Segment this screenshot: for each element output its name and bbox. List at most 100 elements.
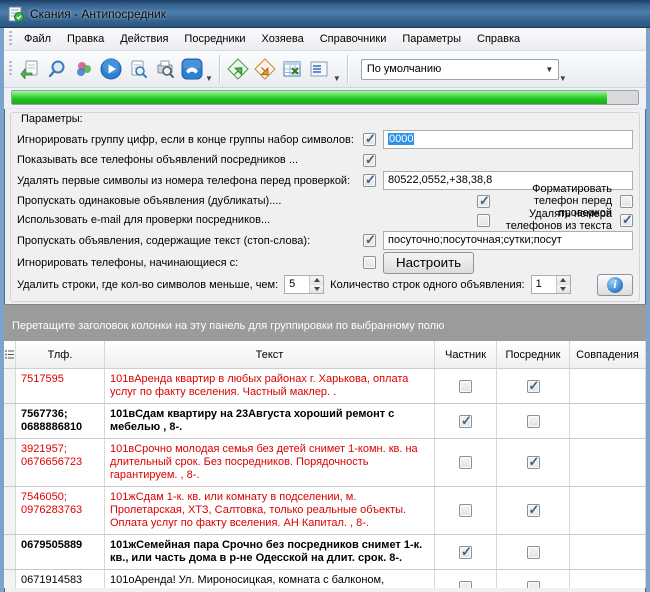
load-document-button[interactable] [16,55,43,83]
ad-lines-spinner[interactable]: 1 [531,275,571,294]
header-phone[interactable]: Тлф. [16,341,105,368]
window-title: Скания - Антипосредник [30,7,166,21]
app-window: Скания - Антипосредник Файл Правка Дейст… [0,0,650,592]
row-indicator [4,570,16,588]
menubar-grip[interactable] [9,31,12,47]
param-label: Пропускать одинаковые объявления (дублик… [17,195,477,207]
title-bar[interactable]: Скания - Антипосредник [0,0,650,28]
posrednik-checkbox[interactable] [527,546,540,559]
toolbar-separator [219,55,221,83]
menu-item-edit[interactable]: Правка [59,30,112,48]
chastnik-checkbox[interactable] [459,380,472,393]
export-orange-icon [254,58,276,80]
toolbar: ▼ [4,51,646,88]
stopwords-input[interactable]: посуточно;посуточная;сутки;посут [383,231,633,250]
header-sovpadeniya[interactable]: Совпадения [570,341,646,368]
strip-prefix-checkbox[interactable] [363,174,376,187]
grouping-panel[interactable]: Перетащите заголовок колонки на эту пане… [4,304,646,341]
profile-combobox[interactable]: По умолчанию ▼ [361,59,559,80]
row-indicator [4,439,16,486]
chastnik-checkbox[interactable] [459,456,472,469]
remove-phones-from-text-checkbox[interactable] [620,214,633,227]
menu-item-options[interactable]: Параметры [394,30,469,48]
param-row-show-all-phones: Показывать все телефоны объявлений посре… [17,152,633,168]
profile-combobox-value: По умолчанию [367,63,541,75]
sovpadeniya-cell [570,535,646,569]
stopwords-checkbox[interactable] [363,234,376,247]
min-chars-label: Удалить строки, где кол-во символов мень… [17,279,278,291]
ignore-prefix-phones-checkbox[interactable] [363,256,376,269]
import-green-icon [227,58,249,80]
list-view-button[interactable] [306,55,333,83]
posrednik-checkbox[interactable] [527,380,540,393]
search-button[interactable] [43,55,70,83]
chastnik-checkbox[interactable] [459,546,472,559]
table-row[interactable]: 0671914583 101оАренда! Ул. Мироносицкая,… [4,570,646,588]
app-icon [8,6,24,22]
menu-item-mediators[interactable]: Посредники [176,30,253,48]
skip-duplicates-checkbox[interactable] [477,195,490,208]
param-label: Игнорировать телефоны, начинающиеся с: [17,257,363,269]
param-row-use-email: Использовать e-mail для проверки посредн… [17,212,633,228]
play-icon [100,58,122,80]
ad-text-cell: 101вАренда квартир в любых районах г. Ха… [105,369,435,403]
progress-strip [4,88,646,109]
table-row[interactable]: 7546050; 0976283763 101жСдам 1-к. кв. ил… [4,487,646,535]
spin-up-icon[interactable] [557,276,570,285]
spin-up-icon[interactable] [310,276,323,285]
use-email-checkbox[interactable] [477,214,490,227]
ad-lines-value[interactable]: 1 [532,276,556,293]
header-posrednik[interactable]: Посредник [497,341,570,368]
progress-bar [11,90,639,105]
start-check-button[interactable] [97,55,124,83]
phone-cell: 3921957; 0676656723 [16,439,105,486]
toolbar-grip[interactable] [9,61,12,77]
posrednik-checkbox[interactable] [527,415,540,428]
combobox-arrow-icon[interactable]: ▼ [541,60,558,79]
menu-item-help[interactable]: Справка [469,30,528,48]
param-row-line-limits: Удалить строки, где кол-во символов мень… [17,275,633,294]
excel-table-icon [282,59,302,79]
table-row[interactable]: 0679505889 101жСемейная пара Срочно без … [4,535,646,570]
colors-button[interactable] [70,55,97,83]
posrednik-checkbox[interactable] [527,504,540,517]
info-button[interactable]: i [597,274,633,296]
phone-check-button[interactable] [178,55,205,83]
posrednik-checkbox[interactable] [527,581,540,589]
table-row[interactable]: 7567736; 0688886810 101вСдам квартиру на… [4,404,646,439]
spin-down-icon[interactable] [310,285,323,294]
chastnik-checkbox[interactable] [459,581,472,589]
import-button[interactable] [225,55,252,83]
param-label: Пропускать объявления, содержащие текст … [17,235,363,247]
digit-suffix-input[interactable]: 0000 [383,130,633,149]
excel-export-button[interactable] [279,55,306,83]
header-text[interactable]: Текст [105,341,435,368]
table-row[interactable]: 7517595 101вАренда квартир в любых район… [4,369,646,404]
ad-text-cell: 101жСдам 1-к. кв. или комнату в подселен… [105,487,435,534]
chastnik-checkbox[interactable] [459,504,472,517]
posrednik-checkbox[interactable] [527,456,540,469]
menu-item-owners[interactable]: Хозяева [254,30,312,48]
ignore-digit-group-checkbox[interactable] [363,133,376,146]
spin-down-icon[interactable] [557,285,570,294]
phone-dropdown-caret[interactable]: ▼ [205,74,215,87]
chastnik-checkbox[interactable] [459,415,472,428]
format-phone-checkbox[interactable] [620,195,633,208]
export-button[interactable] [252,55,279,83]
print-preview-button[interactable] [151,55,178,83]
page-search-icon [128,59,148,79]
min-chars-value[interactable]: 5 [285,276,309,293]
toolbar-overflow-caret[interactable]: ▼ [559,74,569,87]
menu-item-directories[interactable]: Справочники [312,30,395,48]
menu-item-file[interactable]: Файл [16,30,59,48]
preview-button[interactable] [124,55,151,83]
sovpadeniya-cell [570,570,646,588]
table-row[interactable]: 3921957; 0676656723 101вСрочно молодая с… [4,439,646,487]
show-all-phones-checkbox[interactable] [363,154,376,167]
header-chastnik[interactable]: Частник [435,341,497,368]
configure-button[interactable]: Настроить [383,252,474,274]
menu-item-actions[interactable]: Действия [112,30,176,48]
view-dropdown-caret[interactable]: ▼ [333,74,343,87]
param-label: Удалять первые символы из номера телефон… [17,175,363,187]
min-chars-spinner[interactable]: 5 [284,275,324,294]
